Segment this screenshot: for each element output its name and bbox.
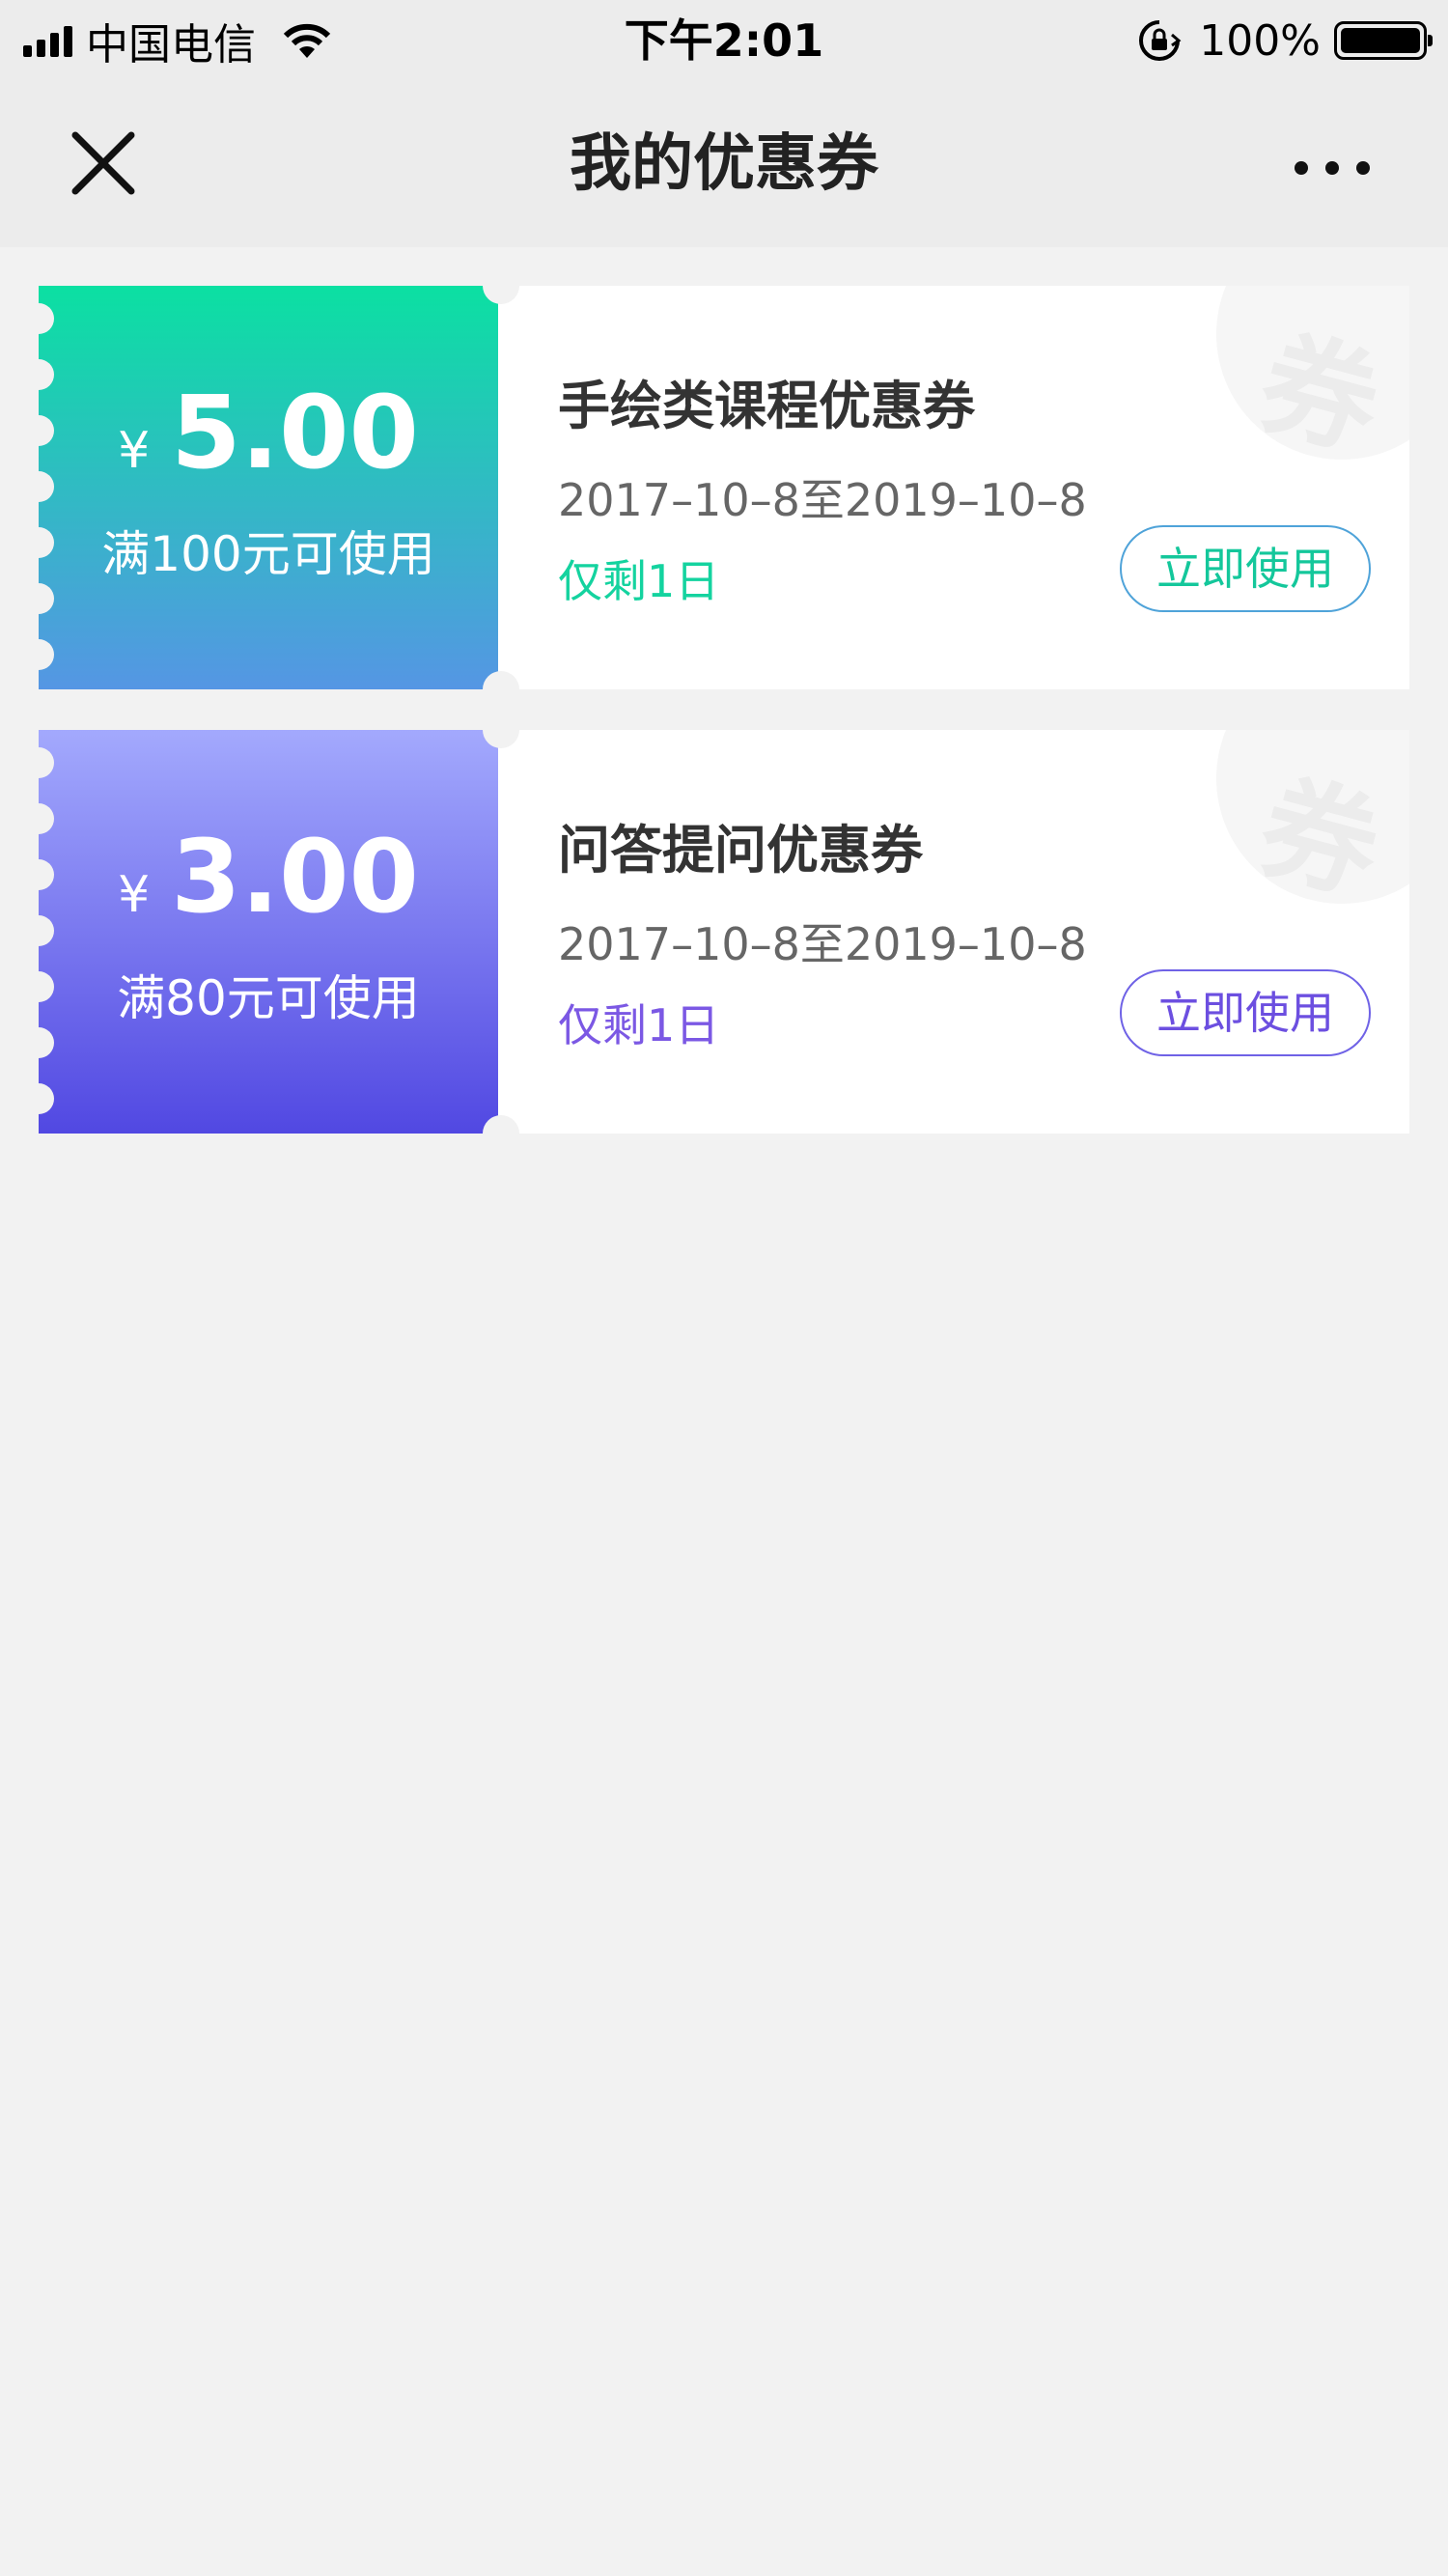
- coupon-info-panel: 券 问答提问优惠券 2017–10–8至2019–10–8 仅剩1日 立即使用: [498, 730, 1409, 1134]
- coupon-card: ¥ 5.00 满100元可使用 券 手绘类课程优惠券 2017–10–8至201…: [39, 267, 1409, 708]
- use-now-button[interactable]: 立即使用: [1120, 969, 1371, 1056]
- scalloped-edge: [39, 294, 54, 680]
- scalloped-edge: [39, 738, 54, 1124]
- status-bar: 中国电信 下午2:01 100%: [0, 0, 1448, 81]
- validity-dates: 2017–10–8至2019–10–8: [558, 474, 1087, 526]
- discount-value: 3.00: [171, 818, 419, 936]
- coupon-card: ¥ 3.00 满80元可使用 券 问答提问优惠券 2017–10–8至2019–…: [39, 712, 1409, 1152]
- coupon-notch: [483, 671, 519, 708]
- coupon-title: 问答提问优惠券: [558, 820, 923, 881]
- coupon-notch: [483, 1115, 519, 1152]
- coupon-watermark: 券: [1216, 286, 1409, 475]
- coupon-title: 手绘类课程优惠券: [558, 376, 975, 436]
- discount-value: 5.00: [171, 374, 419, 491]
- coupon-notch: [483, 267, 519, 304]
- coupon-amount: ¥ 3.00: [39, 826, 498, 927]
- status-right: 100%: [1137, 10, 1433, 71]
- battery-icon: [1334, 21, 1433, 60]
- more-icon: [1295, 161, 1308, 175]
- days-remaining: 仅剩1日: [558, 999, 720, 1051]
- coupon-info-panel: 券 手绘类课程优惠券 2017–10–8至2019–10–8 仅剩1日 立即使用: [498, 286, 1409, 689]
- navigation-bar: 我的优惠券: [0, 81, 1448, 247]
- usage-condition: 满80元可使用: [117, 970, 420, 1026]
- days-remaining: 仅剩1日: [558, 555, 720, 607]
- validity-dates: 2017–10–8至2019–10–8: [558, 918, 1087, 970]
- coupon-value-panel: ¥ 5.00 满100元可使用: [39, 286, 498, 689]
- rotation-lock-icon: [1139, 20, 1182, 61]
- coupon-amount: ¥ 5.00: [39, 382, 498, 483]
- coupon-notch: [483, 712, 519, 748]
- coupon-list: ¥ 5.00 满100元可使用 券 手绘类课程优惠券 2017–10–8至201…: [39, 267, 1409, 1174]
- coupon-value-panel: ¥ 3.00 满80元可使用: [39, 730, 498, 1134]
- currency-symbol: ¥: [118, 866, 151, 924]
- page-title: 我的优惠券: [570, 128, 878, 200]
- currency-symbol: ¥: [118, 422, 151, 480]
- coupon-watermark: 券: [1216, 730, 1409, 919]
- more-button[interactable]: [1265, 139, 1400, 197]
- usage-condition: 满100元可使用: [101, 526, 435, 582]
- battery-percentage: 100%: [1199, 15, 1321, 66]
- use-now-button[interactable]: 立即使用: [1120, 525, 1371, 612]
